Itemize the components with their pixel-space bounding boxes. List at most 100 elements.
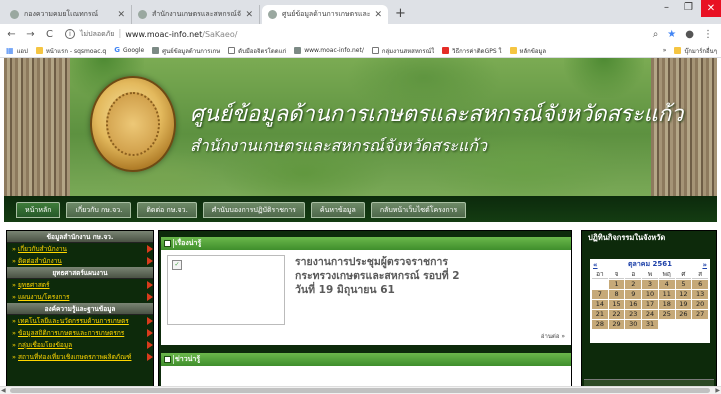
- calendar-day[interactable]: 3: [642, 280, 658, 289]
- account-icon[interactable]: ●: [685, 29, 694, 40]
- calendar-day[interactable]: 17: [642, 300, 658, 309]
- next-month-link[interactable]: »: [702, 261, 707, 269]
- bookmark-item[interactable]: www.moac-info.net/: [294, 47, 364, 54]
- calendar-day[interactable]: 10: [642, 290, 658, 299]
- scrollbar-thumb[interactable]: [10, 388, 710, 393]
- calendar-empty-cell: [592, 280, 608, 289]
- calendar-day[interactable]: 6: [692, 280, 708, 289]
- bookmark-item[interactable]: หน้าแรก - sqsmoac.q: [35, 46, 106, 56]
- bookmark-star-icon[interactable]: ★: [667, 29, 676, 40]
- close-tab-icon[interactable]: ✕: [117, 10, 125, 20]
- bookmarks-overflow-icon[interactable]: »: [663, 47, 667, 54]
- zoom-search-icon[interactable]: ⌕: [653, 29, 659, 40]
- calendar-day[interactable]: 27: [692, 310, 708, 319]
- menu-link-contact-office[interactable]: ติดต่อสำนักงาน: [7, 255, 153, 267]
- calendar-day[interactable]: 1: [608, 280, 625, 289]
- calendar-day[interactable]: 20: [692, 300, 708, 309]
- bookmark-apps[interactable]: ▦ แอป: [6, 46, 28, 56]
- nav-performance[interactable]: ศำนับบองการปฏิบัติราชการ: [202, 202, 305, 218]
- calendar-day[interactable]: 18: [658, 300, 675, 309]
- menu-link-agro-tourism[interactable]: สถานที่ท่องเที่ยวเชิงเกษตรภาพผลิตภัณฑ์: [7, 351, 153, 363]
- browser-tab-2[interactable]: สำนักงานเกษตรและสหกรณ์จังหวัด | ส ✕: [132, 5, 260, 24]
- browser-tab-1[interactable]: กองความคมยโเณทกรณ์ ✕: [4, 5, 132, 24]
- apps-grid-icon: ▦: [6, 46, 14, 55]
- omnibox[interactable]: i ไม่ปลอดภัย | www.moac-info.net/SaKaeo/: [65, 26, 653, 42]
- month-label: ตุลาคม 2561: [628, 260, 672, 268]
- weekday-header: ส: [692, 270, 708, 279]
- url-text[interactable]: www.moac-info.net/SaKaeo/: [125, 30, 237, 39]
- nav-about[interactable]: เกี่ยวกับ กษ.จว.: [66, 202, 132, 218]
- calendar-day[interactable]: 30: [625, 320, 642, 329]
- news-image-placeholder[interactable]: ✓: [167, 255, 285, 325]
- menu-link-about-office[interactable]: เกี่ยวกับสำนักงาน: [7, 243, 153, 255]
- close-tab-icon[interactable]: ✕: [245, 10, 253, 20]
- info-icon[interactable]: i: [65, 29, 75, 39]
- calendar-day[interactable]: 31: [642, 320, 658, 329]
- address-bar-row: ← → C i ไม่ปลอดภัย | www.moac-info.net/S…: [0, 24, 721, 44]
- bookmark-item[interactable]: ดับมืออจิตรโดดแก่: [228, 46, 286, 56]
- scroll-left-arrow-icon[interactable]: ◀: [1, 387, 6, 394]
- new-tab-button[interactable]: +: [395, 6, 406, 21]
- menu-link-label: แผนงาน/โครงการ: [17, 293, 70, 301]
- nav-contact[interactable]: ติดต่อ กษ.จว.: [137, 202, 197, 218]
- menu-link-agri-statistics[interactable]: ข้อมูลสถิติการเกษตรและการเกษตรกร: [7, 327, 153, 339]
- weekday-header: อา: [592, 270, 608, 279]
- calendar-day[interactable]: 24: [642, 310, 658, 319]
- menu-link-label: ติดต่อสำนักงาน: [17, 257, 62, 265]
- menu-link-agri-technology[interactable]: เทคโนโลยีและนวัตกรรมด้านการเกษตร: [7, 315, 153, 327]
- calendar-day[interactable]: 15: [608, 300, 625, 309]
- calendar-day[interactable]: 26: [675, 310, 692, 319]
- menu-link-strategy[interactable]: ยุทธศาสตร์: [7, 279, 153, 291]
- menu-link-data-linkage[interactable]: กลุ่มเชื่อมโยงข้อมูล: [7, 339, 153, 351]
- nav-home[interactable]: หน้าหลัก: [16, 202, 61, 218]
- calendar-day[interactable]: 2: [625, 280, 642, 289]
- calendar-day[interactable]: 21: [592, 310, 608, 319]
- calendar-day[interactable]: 14: [592, 300, 608, 309]
- calendar-day[interactable]: 7: [592, 290, 608, 299]
- calendar-day[interactable]: 12: [675, 290, 692, 299]
- calendar-day[interactable]: 16: [625, 300, 642, 309]
- browser-tab-3-active[interactable]: ศูนย์ข้อมูลด้านการเกษตรและสหกรณ์จ ✕: [262, 5, 388, 24]
- forward-arrow-icon[interactable]: →: [23, 29, 38, 40]
- calendar-day[interactable]: 19: [675, 300, 692, 309]
- site-main-nav: หน้าหลัก เกี่ยวกับ กษ.จว. ติดต่อ กษ.จว. …: [4, 196, 717, 222]
- bookmark-item[interactable]: ศูนย์ข้อมูลด้านการเกษ: [152, 46, 220, 56]
- read-more-link[interactable]: อ่านต่อ »: [541, 331, 565, 341]
- nav-back-to-project[interactable]: กลับหน้าเว็บไซต์โครงการ: [370, 202, 467, 218]
- nav-search[interactable]: ค้นหาข้อมูล: [310, 202, 365, 218]
- bookmark-item[interactable]: กลุ่มงานสหสหกรณ์ใ: [371, 46, 434, 56]
- calendar-day[interactable]: 5: [675, 280, 692, 289]
- reload-icon[interactable]: C: [42, 29, 57, 40]
- calendar-day[interactable]: 22: [608, 310, 625, 319]
- horizontal-scrollbar[interactable]: ◀ ▶: [0, 386, 721, 394]
- menu-kebab-icon[interactable]: ⋮: [703, 29, 713, 40]
- calendar-day[interactable]: 11: [658, 290, 675, 299]
- bookmark-item[interactable]: หลักข้อมูล: [509, 46, 546, 56]
- calendar-day[interactable]: 8: [608, 290, 625, 299]
- panel-heading-text: เรื่องน่ารู้: [175, 239, 202, 247]
- calendar-day[interactable]: 4: [658, 280, 675, 289]
- prev-month-link[interactable]: «: [593, 261, 598, 269]
- panel-bullet-icon: [164, 356, 171, 363]
- menu-link-plans-projects[interactable]: แผนงาน/โครงการ: [7, 291, 153, 303]
- window-close-button[interactable]: ✕: [701, 0, 721, 17]
- back-arrow-icon[interactable]: ←: [4, 29, 19, 40]
- maximize-icon[interactable]: ❐: [684, 2, 693, 13]
- calendar-day[interactable]: 29: [608, 320, 625, 329]
- minimize-icon[interactable]: –: [664, 2, 669, 13]
- close-tab-icon[interactable]: ✕: [374, 10, 382, 20]
- calendar-day[interactable]: 28: [592, 320, 608, 329]
- other-bookmarks[interactable]: บุ๊กมาร์กอื่นๆ: [674, 46, 717, 56]
- bookmark-item[interactable]: วิธีการค่าติดGPS ใ: [442, 46, 502, 56]
- menu-section-heading: ข้อมูลสำนักงาน กษ.จว.: [7, 231, 153, 243]
- calendar-sidebar: ปฏิทินกิจกรรมในจังหวัด « ตุลาคม 2561 » อ…: [581, 230, 717, 394]
- panel-divider: [173, 355, 174, 364]
- panel-heading-text: ข่าวน่ารู้: [175, 355, 201, 363]
- calendar-day[interactable]: 9: [625, 290, 642, 299]
- calendar-day[interactable]: 25: [658, 310, 675, 319]
- calendar-day[interactable]: 13: [692, 290, 708, 299]
- bookmark-item[interactable]: G Google: [114, 47, 144, 55]
- news-headline-link[interactable]: รายงานการประชุมผู้ตรวจราชการกระทรวงเกษตร…: [295, 255, 469, 297]
- calendar-day[interactable]: 23: [625, 310, 642, 319]
- scroll-right-arrow-icon[interactable]: ▶: [715, 387, 720, 394]
